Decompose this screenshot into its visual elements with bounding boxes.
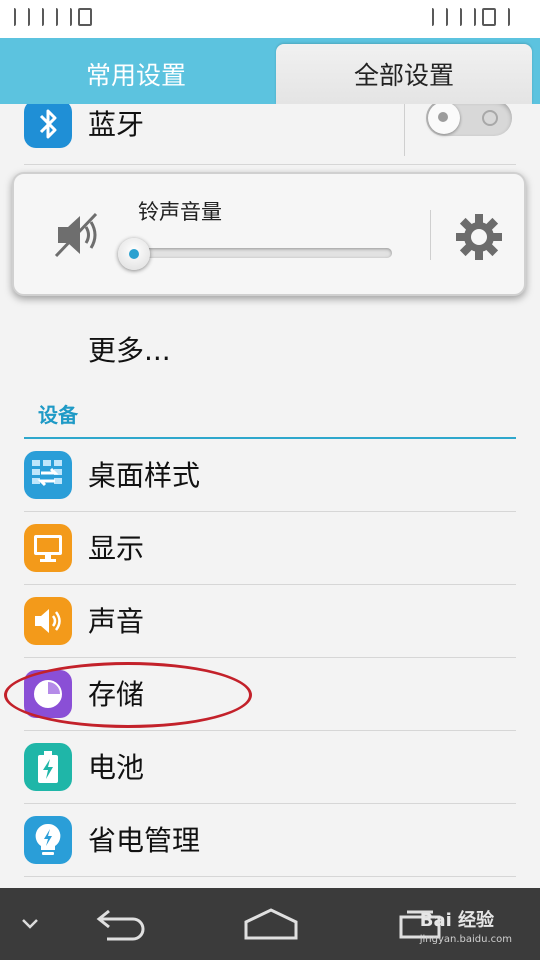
more-row[interactable]: 更多... xyxy=(24,314,516,387)
list-item-label: 声音 xyxy=(88,605,145,638)
back-button[interactable] xyxy=(86,888,156,960)
list-item-label: 存储 xyxy=(88,678,145,711)
list-item-label: 省电管理 xyxy=(88,824,201,857)
bluetooth-row[interactable]: 蓝牙 xyxy=(24,104,516,165)
status-icons-right xyxy=(426,8,510,26)
sound-icon xyxy=(24,597,72,645)
list-item-sound[interactable]: 声音 xyxy=(24,585,516,658)
list-item-display[interactable]: 显示 xyxy=(24,512,516,585)
back-icon xyxy=(96,909,145,941)
volume-title: 铃声音量 xyxy=(138,200,222,224)
list-item-home-style[interactable]: 桌面样式 xyxy=(24,439,516,512)
status-bar xyxy=(0,0,540,38)
bluetooth-icon xyxy=(24,104,72,148)
bluetooth-toggle[interactable] xyxy=(426,104,512,136)
display-icon xyxy=(24,524,72,572)
navigation-bar: Bai 经验 jingyan.baidu.com xyxy=(0,888,540,960)
section-header-device: 设备 xyxy=(24,387,516,439)
list-item-label: 电池 xyxy=(88,751,145,784)
chevron-down-icon xyxy=(22,919,38,929)
list-item-label: 桌面样式 xyxy=(88,459,201,492)
battery-icon xyxy=(24,743,72,791)
mute-speaker-icon[interactable] xyxy=(52,210,106,260)
volume-slider-thumb[interactable] xyxy=(118,238,150,270)
more-label: 更多... xyxy=(88,334,171,367)
home-button[interactable] xyxy=(236,888,306,960)
tab-common-settings[interactable]: 常用设置 xyxy=(0,44,272,104)
section-title: 设备 xyxy=(38,403,78,427)
toggle-off-ring xyxy=(482,110,498,126)
storage-icon xyxy=(24,670,72,718)
divider xyxy=(430,210,431,260)
hide-navbar-button[interactable] xyxy=(10,888,50,960)
bluetooth-label: 蓝牙 xyxy=(88,108,145,141)
watermark-brand: Bai 经验 xyxy=(419,910,495,931)
list-item-storage[interactable]: 存储 xyxy=(24,658,516,731)
home-style-icon xyxy=(24,451,72,499)
list-item-label: 显示 xyxy=(88,532,145,565)
settings-tabbar: 常用设置 全部设置 xyxy=(0,38,540,104)
tab-all-settings[interactable]: 全部设置 xyxy=(276,44,532,104)
volume-slider-track[interactable] xyxy=(128,248,392,258)
list-item-power-saving[interactable]: 省电管理 xyxy=(24,804,516,877)
list-item-battery[interactable]: 电池 xyxy=(24,731,516,804)
baidu-jingyan-watermark: Bai 经验 jingyan.baidu.com xyxy=(420,906,512,945)
toggle-knob xyxy=(428,104,460,134)
watermark-url: jingyan.baidu.com xyxy=(419,934,512,945)
divider xyxy=(404,104,405,156)
power-saving-icon xyxy=(24,816,72,864)
status-icons-left xyxy=(8,8,92,26)
home-icon xyxy=(244,908,298,940)
gear-icon[interactable] xyxy=(454,212,504,262)
ringtone-volume-dialog: 铃声音量 xyxy=(12,172,526,296)
